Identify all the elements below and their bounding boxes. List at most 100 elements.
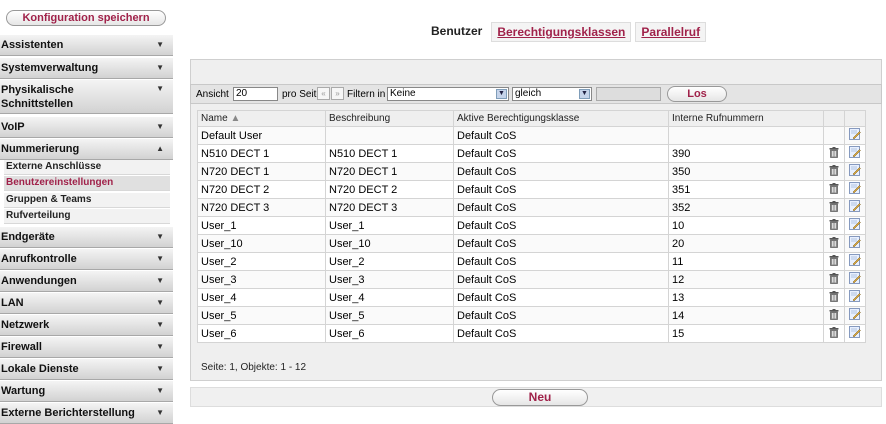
trash-icon[interactable] (829, 146, 839, 161)
cell-numbers: 351 (668, 180, 824, 199)
chevron-down-icon: ▼ (156, 342, 164, 351)
submenu-gruppen-teams[interactable]: Gruppen & Teams (4, 193, 170, 208)
submenu-rufverteilung[interactable]: Rufverteilung (4, 209, 170, 224)
cell-numbers: 11 (668, 252, 824, 271)
table-row: N720 DECT 2 N720 DECT 2 Default CoS 351 (197, 180, 866, 199)
edit-icon[interactable] (849, 182, 861, 197)
table-row: N720 DECT 1 N720 DECT 1 Default CoS 350 (197, 162, 866, 181)
cell-name: Default User (197, 126, 326, 145)
sidebar: Konfiguration speichern Assistenten ▼ Sys… (0, 0, 173, 424)
menu-systemverwaltung[interactable]: Systemverwaltung ▼ (0, 58, 173, 79)
menu-physikalische-schnittstellen[interactable]: Physikalische Schnittstellen ▼ (0, 80, 173, 114)
edit-icon[interactable] (849, 290, 861, 305)
tab-parallelruf[interactable]: Parallelruf (635, 22, 707, 42)
edit-icon[interactable] (849, 326, 861, 341)
next-page-icon[interactable]: » (331, 87, 344, 100)
column-header-description[interactable]: Beschreibung (325, 110, 454, 127)
column-header-numbers[interactable]: Interne Rufnummern (668, 110, 824, 127)
edit-cell (844, 288, 866, 307)
cell-name: User_10 (197, 234, 326, 253)
menu-anrufkontrolle[interactable]: Anrufkontrolle ▼ (0, 249, 173, 270)
delete-cell (823, 198, 845, 217)
filter-field-select[interactable]: Keine ▼ (387, 87, 509, 101)
menu-nummerierung[interactable]: Nummerierung ▲ (0, 139, 173, 160)
edit-icon[interactable] (849, 272, 861, 287)
trash-icon[interactable] (829, 254, 839, 269)
cell-numbers: 350 (668, 162, 824, 181)
edit-icon[interactable] (849, 164, 861, 179)
menu-label: Systemverwaltung (1, 62, 99, 74)
edit-icon[interactable] (849, 236, 861, 251)
operator-select[interactable]: gleich ▼ (512, 87, 592, 101)
menu-endgeraete[interactable]: Endgeräte ▼ (0, 227, 173, 248)
new-button[interactable]: Neu (492, 389, 588, 406)
trash-icon[interactable] (829, 200, 839, 215)
delete-cell (823, 306, 845, 325)
menu-lan[interactable]: LAN ▼ (0, 293, 173, 314)
menu-assistenten[interactable]: Assistenten ▼ (0, 35, 173, 56)
filter-value-input[interactable] (596, 87, 661, 101)
view-count-input[interactable]: 20 (233, 87, 278, 101)
menu-label: Nummerierung (1, 143, 80, 155)
trash-icon[interactable] (829, 182, 839, 197)
trash-icon[interactable] (829, 308, 839, 323)
table-row: N510 DECT 1 N510 DECT 1 Default CoS 390 (197, 144, 866, 163)
tab-benutzer[interactable]: Benutzer (426, 22, 487, 40)
trash-icon[interactable] (829, 290, 839, 305)
cell-description: User_2 (325, 252, 454, 271)
chevron-down-icon: ▼ (579, 89, 590, 99)
trash-icon[interactable] (829, 218, 839, 233)
edit-icon[interactable] (849, 146, 861, 161)
delete-cell (823, 234, 845, 253)
cell-class: Default CoS (453, 252, 669, 271)
edit-cell (844, 270, 866, 289)
column-header-class[interactable]: Aktive Berechtigungsklasse (453, 110, 669, 127)
cell-class: Default CoS (453, 324, 669, 343)
cell-name: User_3 (197, 270, 326, 289)
edit-icon[interactable] (849, 218, 861, 233)
edit-cell (844, 180, 866, 199)
column-header-name[interactable]: Name ▲ (197, 110, 326, 127)
cell-class: Default CoS (453, 144, 669, 163)
menu-lokale-dienste[interactable]: Lokale Dienste ▼ (0, 359, 173, 380)
chevron-down-icon: ▼ (156, 298, 164, 307)
chevron-down-icon: ▼ (156, 320, 164, 329)
trash-icon[interactable] (829, 326, 839, 341)
trash-icon[interactable] (829, 272, 839, 287)
chevron-up-icon: ▲ (156, 144, 164, 153)
cell-class: Default CoS (453, 180, 669, 199)
cell-description: User_1 (325, 216, 454, 235)
cell-description (325, 126, 454, 145)
cell-numbers: 390 (668, 144, 824, 163)
tab-berechtigungsklassen[interactable]: Berechtigungsklassen (491, 22, 632, 42)
edit-icon[interactable] (849, 254, 861, 269)
cell-name: N510 DECT 1 (197, 144, 326, 163)
submenu-benutzereinstellungen[interactable]: Benutzereinstellungen (4, 176, 170, 191)
menu-anwendungen[interactable]: Anwendungen ▼ (0, 271, 173, 292)
save-configuration-button[interactable]: Konfiguration speichern (6, 10, 166, 26)
menu-externe-berichterstellung[interactable]: Externe Berichterstellung ▼ (0, 403, 173, 424)
trash-icon[interactable] (829, 164, 839, 179)
go-button[interactable]: Los (667, 86, 727, 102)
column-header-edit (844, 110, 866, 127)
table-row: N720 DECT 3 N720 DECT 3 Default CoS 352 (197, 198, 866, 217)
cell-name: User_1 (197, 216, 326, 235)
submenu-externe-anschluesse[interactable]: Externe Anschlüsse (4, 160, 170, 175)
menu-netzwerk[interactable]: Netzwerk ▼ (0, 315, 173, 336)
cell-class: Default CoS (453, 126, 669, 145)
menu-wartung[interactable]: Wartung ▼ (0, 381, 173, 402)
table-row: User_1 User_1 Default CoS 10 (197, 216, 866, 235)
menu-firewall[interactable]: Firewall ▼ (0, 337, 173, 358)
menu-label: VoIP (1, 121, 25, 133)
cell-numbers (668, 126, 824, 145)
chevron-down-icon: ▼ (156, 276, 164, 285)
menu-voip[interactable]: VoIP ▼ (0, 117, 173, 138)
cell-class: Default CoS (453, 198, 669, 217)
edit-icon[interactable] (849, 200, 861, 215)
view-label: Ansicht (196, 89, 229, 100)
edit-icon[interactable] (849, 128, 861, 143)
edit-icon[interactable] (849, 308, 861, 323)
cell-class: Default CoS (453, 270, 669, 289)
trash-icon[interactable] (829, 236, 839, 251)
first-page-icon[interactable]: « (317, 87, 330, 100)
